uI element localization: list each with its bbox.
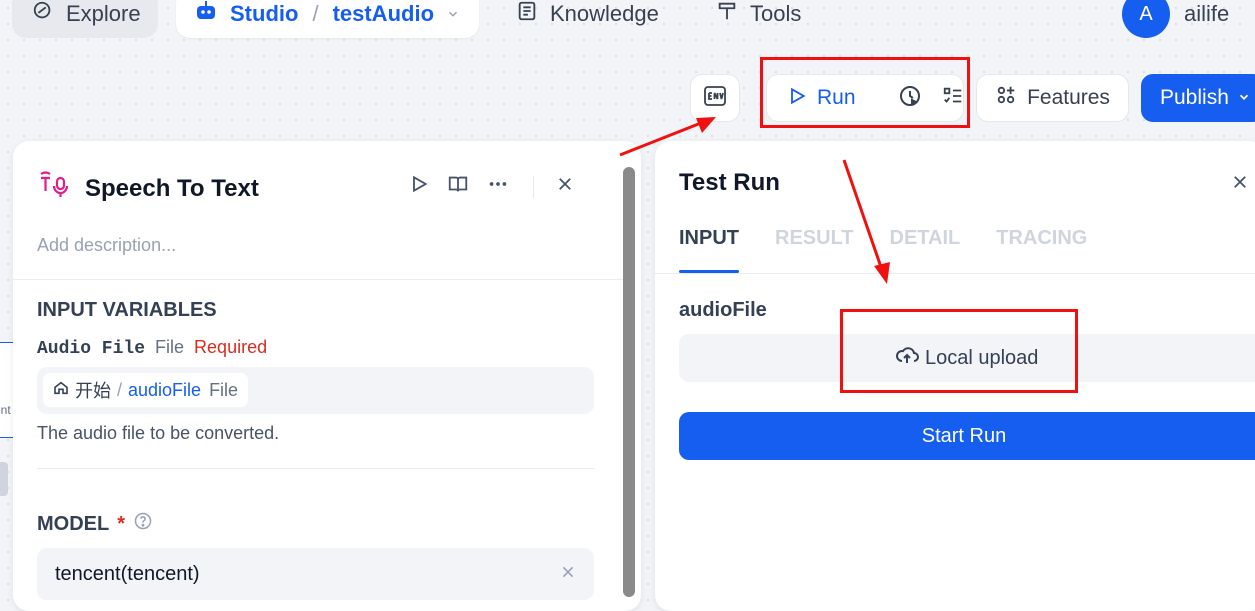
robot-icon (194, 0, 218, 29)
features-button[interactable]: Features (976, 74, 1129, 122)
checklist-icon[interactable] (942, 85, 964, 112)
play-icon[interactable] (787, 86, 807, 111)
chip-separator: / (117, 379, 123, 400)
canvas-node-fragment-label: ent (0, 403, 11, 417)
required-badge: Required (194, 337, 268, 357)
nav-studio-label: Studio (230, 1, 299, 26)
variable-chip[interactable]: 开始 / audioFile File (43, 373, 249, 407)
explore-icon (32, 0, 54, 28)
history-icon[interactable] (898, 84, 922, 113)
breadcrumb-separator: / (312, 1, 319, 26)
variable-type: File (155, 337, 185, 357)
model-title: MODEL (37, 512, 110, 535)
variable-selector[interactable]: 开始 / audioFile File (37, 367, 594, 414)
hammer-icon (716, 0, 738, 28)
nav-knowledge-label: Knowledge (550, 1, 659, 26)
variable-help-text: The audio file to be converted. (37, 423, 280, 443)
clear-icon[interactable] (560, 563, 576, 586)
book-open-icon[interactable] (447, 173, 469, 200)
speech-to-text-icon (37, 169, 71, 208)
help-icon[interactable] (133, 511, 153, 537)
actions-divider (533, 175, 534, 198)
env-button[interactable] (690, 74, 740, 122)
required-mark: * (117, 512, 126, 535)
app-name[interactable]: testAudio (333, 1, 434, 27)
run-toolbar-group: Run (766, 74, 964, 122)
variable-header: Audio File File Required (37, 337, 267, 359)
chevron-down-icon[interactable] (446, 1, 460, 27)
publish-label: Publish (1160, 86, 1229, 109)
local-upload-button[interactable]: Local upload (679, 334, 1255, 382)
nav-studio[interactable]: Studio / testAudio (176, 0, 479, 38)
node-settings-panel: Speech To Text Add description... INPUT … (13, 141, 641, 611)
close-icon[interactable] (1231, 173, 1249, 196)
run-button[interactable]: Run (817, 86, 856, 110)
user-menu[interactable]: A ailife (1122, 0, 1229, 38)
canvas-node-fragment-2 (0, 462, 8, 496)
variable-reference-type: File (209, 379, 239, 400)
model-section-title: MODEL * (37, 511, 153, 537)
nav-tools-label: Tools (750, 1, 802, 26)
tab-input[interactable]: INPUT (679, 227, 739, 273)
nav-explore[interactable]: Explore (12, 0, 158, 38)
canvas-node-fragment: ent (0, 342, 13, 438)
input-variables-title: INPUT VARIABLES (37, 299, 217, 321)
source-node-name: 开始 (75, 381, 111, 401)
audio-file-label: audioFile (679, 299, 767, 321)
home-icon (53, 380, 69, 401)
description-input[interactable]: Add description... (37, 235, 176, 256)
model-select[interactable]: tencent(tencent) (37, 548, 594, 600)
local-upload-label: Local upload (925, 346, 1039, 369)
model-value: tencent(tencent) (55, 562, 200, 585)
divider (13, 279, 623, 280)
test-run-title: Test Run (679, 169, 780, 196)
variable-reference: audioFile (128, 379, 202, 400)
scrollbar[interactable] (623, 167, 635, 597)
chevron-down-icon (1237, 86, 1251, 110)
divider (37, 468, 594, 469)
user-name: ailife (1184, 1, 1230, 26)
avatar[interactable]: A (1122, 0, 1170, 38)
book-icon (516, 0, 538, 28)
start-run-button[interactable]: Start Run (679, 412, 1255, 460)
node-header: Speech To Text (37, 169, 259, 208)
env-icon (702, 83, 728, 114)
nav-explore-label: Explore (66, 1, 141, 26)
node-title[interactable]: Speech To Text (85, 175, 259, 203)
divider (655, 273, 1255, 274)
test-run-tabs: INPUT RESULT DETAIL TRACING (679, 227, 1087, 273)
publish-button[interactable]: Publish (1141, 74, 1255, 122)
tab-tracing[interactable]: TRACING (996, 227, 1087, 273)
node-actions (409, 173, 574, 200)
variable-name: Audio File (37, 339, 146, 359)
tab-detail[interactable]: DETAIL (890, 227, 961, 273)
features-label: Features (1027, 86, 1110, 109)
test-run-panel: Test Run INPUT RESULT DETAIL TRACING aud… (655, 141, 1255, 611)
nav-knowledge[interactable]: Knowledge (516, 0, 686, 38)
tab-result[interactable]: RESULT (775, 227, 854, 273)
nav-tools[interactable]: Tools (716, 0, 836, 38)
play-icon[interactable] (409, 174, 429, 199)
more-icon[interactable] (487, 173, 509, 200)
close-icon[interactable] (556, 175, 574, 198)
cloud-upload-icon (895, 343, 919, 373)
features-icon (995, 84, 1017, 112)
